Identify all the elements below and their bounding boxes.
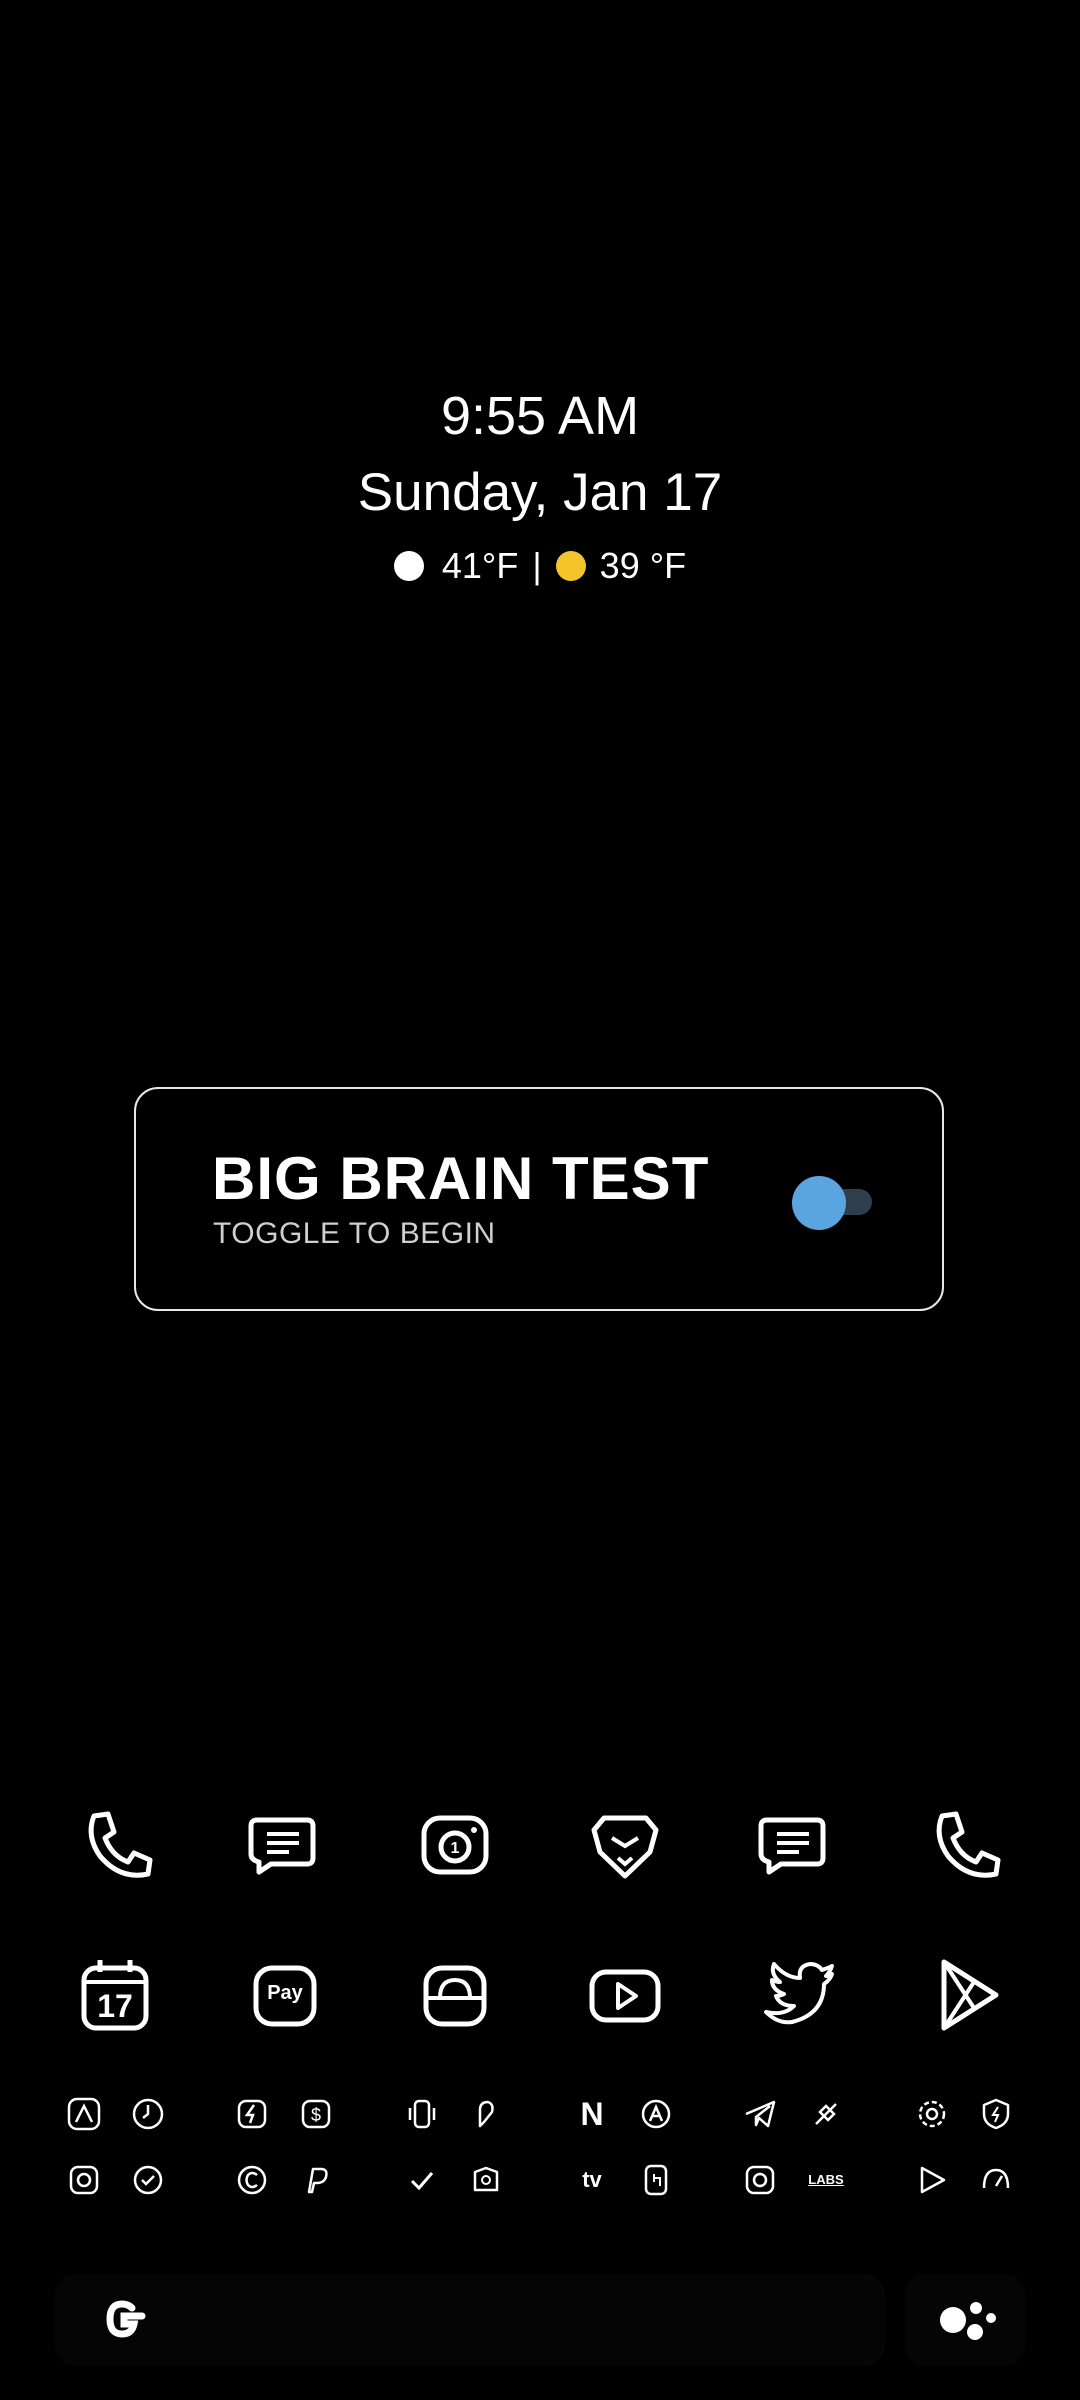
google-icon [106, 2300, 146, 2338]
brave-icon[interactable] [580, 1800, 670, 1890]
big-brain-test-card[interactable]: BIG BRAIN TEST TOGGLE TO BEGIN [134, 1087, 944, 1311]
instagram-icon[interactable] [64, 2160, 104, 2200]
phone-icon[interactable] [72, 1800, 162, 1890]
gpay-icon[interactable]: Pay [240, 1950, 330, 2040]
netflix-icon[interactable]: N [572, 2094, 612, 2134]
gpay-label: Pay [267, 1982, 303, 2004]
store-icon[interactable] [410, 1950, 500, 2040]
current-temp: 41°F [441, 545, 519, 586]
google-search-bar[interactable] [55, 2274, 885, 2366]
cash-icon[interactable]: $ [296, 2094, 336, 2134]
dock-row-1: 1 [0, 1800, 1080, 1910]
weather-widget[interactable]: 41°F | 39 °F [0, 545, 1080, 587]
settings-icon[interactable] [912, 2094, 952, 2134]
toggle-thumb [792, 1176, 846, 1230]
tv-icon[interactable]: tv [572, 2160, 612, 2200]
card-title: BIG BRAIN TEST [212, 1145, 710, 1212]
google-assistant-button[interactable] [905, 2274, 1025, 2366]
xda-labs-label: LABS [808, 2172, 844, 2187]
dock-row-2: 17 Pay [0, 1950, 1080, 2060]
youtube-icon[interactable] [580, 1950, 670, 2040]
assistant-icon [940, 2302, 996, 2340]
power-icon[interactable] [232, 2094, 272, 2134]
messages-icon-2[interactable] [747, 1800, 837, 1890]
telegram-icon[interactable] [740, 2094, 780, 2134]
speedometer-icon[interactable] [976, 2160, 1016, 2200]
svg-text:$: $ [311, 2105, 321, 2125]
clock-time[interactable]: 9:55 AM [0, 385, 1080, 447]
play-games-icon[interactable] [912, 2160, 952, 2200]
play-store-icon[interactable] [922, 1950, 1012, 2040]
app-store-icon[interactable] [636, 2094, 676, 2134]
tv-label: tv [582, 2167, 602, 2192]
tasks-icon[interactable] [128, 2160, 168, 2200]
clock-date[interactable]: Sunday, Jan 17 [0, 462, 1080, 523]
svg-text:1: 1 [451, 1840, 460, 1857]
clock-icon[interactable] [128, 2094, 168, 2134]
netflix-label: N [580, 2096, 604, 2132]
calendar-icon[interactable]: 17 [70, 1950, 160, 2040]
instagram-icon-2[interactable] [740, 2160, 780, 2200]
check-icon[interactable] [402, 2160, 442, 2200]
touch-icon[interactable] [636, 2160, 676, 2200]
copyright-icon[interactable] [232, 2160, 272, 2200]
forecast-temp: 39 °F [599, 545, 687, 586]
moon-icon [393, 551, 424, 581]
maps-icon[interactable] [64, 2094, 104, 2134]
sun-icon [555, 551, 586, 581]
vibrate-icon[interactable] [402, 2094, 442, 2134]
camera-icon[interactable]: 1 [410, 1800, 500, 1890]
xda-labs-icon[interactable]: LABS [806, 2160, 846, 2200]
messages-icon[interactable] [237, 1800, 327, 1890]
paypal-icon[interactable] [296, 2160, 336, 2200]
calendar-day: 17 [97, 1988, 133, 2024]
twitter-icon[interactable] [750, 1950, 840, 2040]
link-icon[interactable] [806, 2094, 846, 2134]
feather-icon[interactable] [466, 2094, 506, 2134]
shield-icon[interactable] [976, 2094, 1016, 2134]
weather-separator: | [532, 545, 542, 586]
card-subtitle: TOGGLE TO BEGIN [213, 1217, 496, 1250]
gallery-icon[interactable] [466, 2160, 506, 2200]
phone-icon-2[interactable] [920, 1800, 1010, 1890]
begin-toggle[interactable] [780, 1173, 880, 1230]
